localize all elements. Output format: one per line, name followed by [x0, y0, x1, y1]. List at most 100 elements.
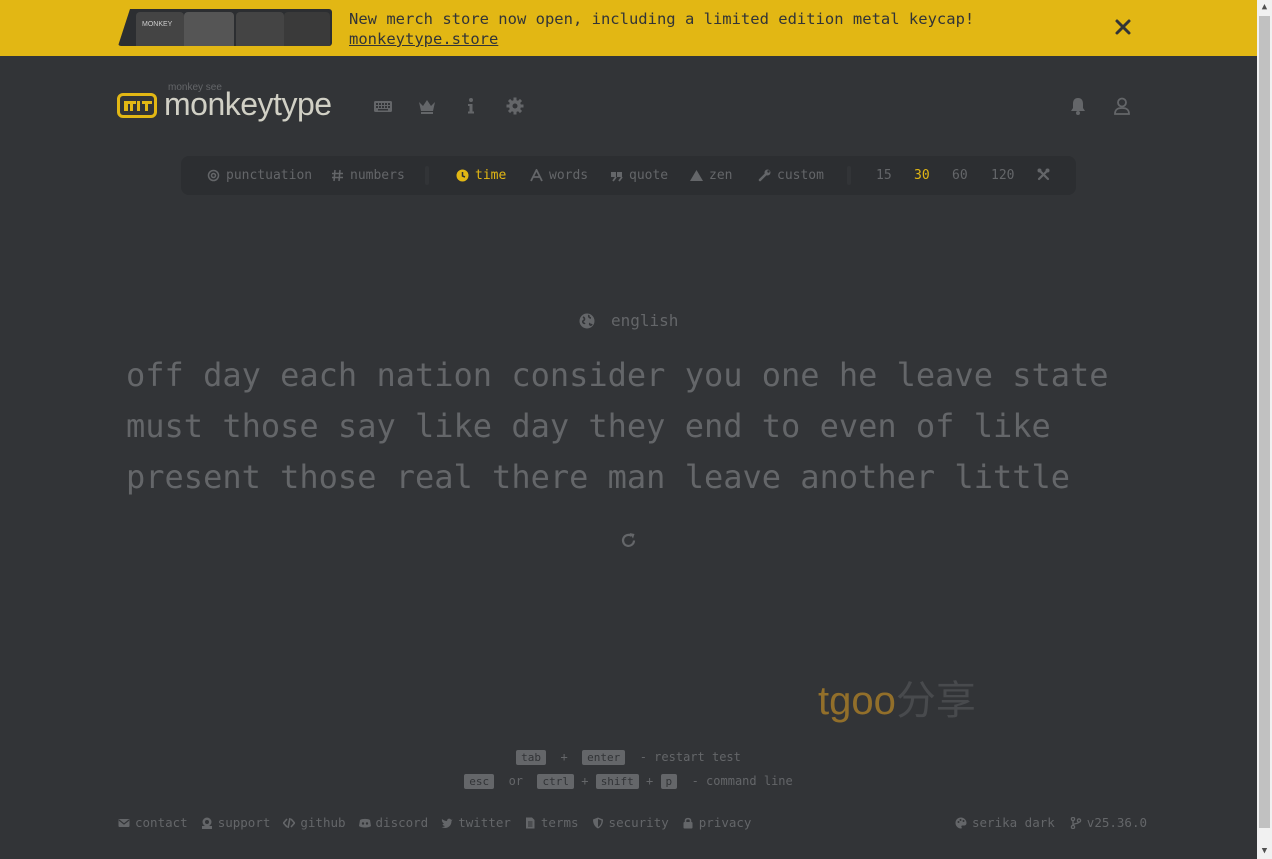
- words-line: off day each nation consider you one he …: [126, 356, 1109, 394]
- info-icon[interactable]: [461, 96, 481, 116]
- words-line: must those say like day they end to even…: [126, 407, 1051, 445]
- restart-icon[interactable]: [620, 532, 637, 549]
- code-branch-icon: [1070, 816, 1082, 829]
- mode-words[interactable]: words: [530, 168, 588, 183]
- banner-message: New merch store now open, including a li…: [349, 10, 975, 28]
- shield-icon: [592, 817, 603, 828]
- scroll-thumb[interactable]: [1259, 16, 1270, 828]
- watermark: tgoo分享: [818, 668, 976, 726]
- typing-test-words[interactable]: off day each nation consider you one he …: [126, 350, 1136, 503]
- footer-right: serika dark v25.36.0: [955, 815, 1147, 830]
- duration-60[interactable]: 60: [952, 168, 968, 183]
- zen-label: zen: [709, 168, 733, 183]
- footer-contact[interactable]: contact: [118, 815, 188, 830]
- close-icon[interactable]: [1114, 18, 1132, 36]
- punctuation-label: punctuation: [226, 168, 313, 183]
- footer-links: contact support github discord twitter t…: [118, 815, 751, 830]
- duration-120[interactable]: 120: [991, 168, 1014, 183]
- tools-icon: [1037, 168, 1050, 181]
- footer-discord-label: discord: [375, 815, 429, 830]
- words-label: words: [549, 168, 589, 183]
- gear-icon[interactable]: [505, 96, 525, 116]
- footer-discord[interactable]: discord: [358, 815, 429, 830]
- or-text: or: [508, 774, 524, 788]
- punctuation-toggle[interactable]: punctuation: [207, 168, 312, 183]
- footer-twitter[interactable]: twitter: [441, 815, 511, 830]
- wrench-icon: [758, 169, 771, 182]
- restart-tip-text: - restart test: [639, 750, 741, 764]
- announcement-banner: MONKEY New merch store now open, includi…: [0, 0, 1257, 56]
- footer-security[interactable]: security: [592, 815, 669, 830]
- quote-icon: [611, 172, 623, 182]
- language-label: english: [611, 311, 679, 330]
- hash-icon: [332, 169, 343, 182]
- version-label: v25.36.0: [1086, 815, 1148, 830]
- scroll-up-arrow-icon[interactable]: ▲: [1260, 3, 1269, 12]
- globe-icon: [579, 313, 595, 328]
- user-icon[interactable]: [1112, 96, 1132, 116]
- version-button[interactable]: v25.36.0: [1070, 815, 1147, 830]
- page-scrollbar[interactable]: ▲ ▼: [1257, 0, 1272, 859]
- mode-divider: [425, 166, 429, 185]
- footer-support[interactable]: support: [201, 815, 271, 830]
- watermark-latin: tgoo: [818, 679, 896, 723]
- donate-icon: [201, 817, 212, 829]
- key-p: p: [660, 774, 678, 789]
- font-icon: [530, 169, 543, 182]
- crown-icon[interactable]: [417, 96, 437, 116]
- footer-privacy[interactable]: privacy: [682, 815, 752, 830]
- custom-duration-button[interactable]: [1037, 168, 1050, 181]
- test-config-bar: punctuation numbers time words quote zen…: [181, 156, 1076, 195]
- footer-support-label: support: [217, 815, 271, 830]
- logo-icon[interactable]: [117, 93, 157, 118]
- key-ctrl: ctrl: [537, 774, 574, 789]
- numbers-toggle[interactable]: numbers: [331, 168, 405, 183]
- key-esc: esc: [464, 774, 495, 789]
- merch-image: MONKEY: [118, 9, 332, 46]
- command-tip-text: - command line: [691, 774, 793, 788]
- restart-tip: tab + enter - restart test: [0, 749, 1257, 766]
- envelope-icon: [118, 818, 130, 827]
- footer-terms-label: terms: [540, 815, 579, 830]
- mode-zen[interactable]: zen: [690, 168, 732, 183]
- footer-terms[interactable]: terms: [524, 815, 579, 830]
- duration-divider: [847, 166, 851, 185]
- code-icon: [283, 817, 296, 828]
- footer-twitter-label: twitter: [458, 815, 511, 830]
- duration-30-label: 30: [914, 168, 930, 183]
- banner-text: New merch store now open, including a li…: [349, 9, 974, 49]
- merch-store-link[interactable]: monkeytype.store: [349, 29, 974, 49]
- logo-title[interactable]: monkeytype: [164, 86, 332, 123]
- theme-button[interactable]: serika dark: [955, 815, 1055, 830]
- scroll-down-arrow-icon[interactable]: ▼: [1260, 847, 1269, 856]
- mode-custom[interactable]: custom: [758, 168, 824, 183]
- footer-privacy-label: privacy: [698, 815, 752, 830]
- quote-label: quote: [629, 168, 669, 183]
- bell-icon[interactable]: [1068, 96, 1088, 116]
- plus: +: [646, 774, 654, 788]
- duration-15[interactable]: 15: [876, 168, 892, 183]
- clock-icon: [456, 169, 469, 182]
- twitter-icon: [441, 818, 453, 828]
- plus: +: [560, 750, 568, 764]
- duration-30[interactable]: 30: [914, 168, 930, 183]
- at-icon: [207, 169, 220, 182]
- duration-120-label: 120: [991, 168, 1015, 183]
- footer-security-label: security: [608, 815, 669, 830]
- keyboard-icon[interactable]: [373, 96, 393, 116]
- mountain-icon: [690, 170, 703, 181]
- key-tab: tab: [516, 750, 546, 765]
- watermark-cjk: 分享: [895, 678, 976, 724]
- duration-15-label: 15: [876, 168, 892, 183]
- mode-quote[interactable]: quote: [610, 168, 668, 183]
- key-enter: enter: [582, 750, 626, 765]
- mode-time[interactable]: time: [456, 168, 506, 183]
- footer-github[interactable]: github: [283, 815, 346, 830]
- command-line-tip: esc or ctrl + shift + p - command line: [0, 773, 1257, 790]
- footer-contact-label: contact: [135, 815, 188, 830]
- numbers-label: numbers: [350, 168, 405, 183]
- discord-icon: [358, 818, 371, 827]
- language-selector[interactable]: english: [579, 311, 678, 330]
- footer-github-label: github: [300, 815, 346, 830]
- plus: +: [581, 774, 589, 788]
